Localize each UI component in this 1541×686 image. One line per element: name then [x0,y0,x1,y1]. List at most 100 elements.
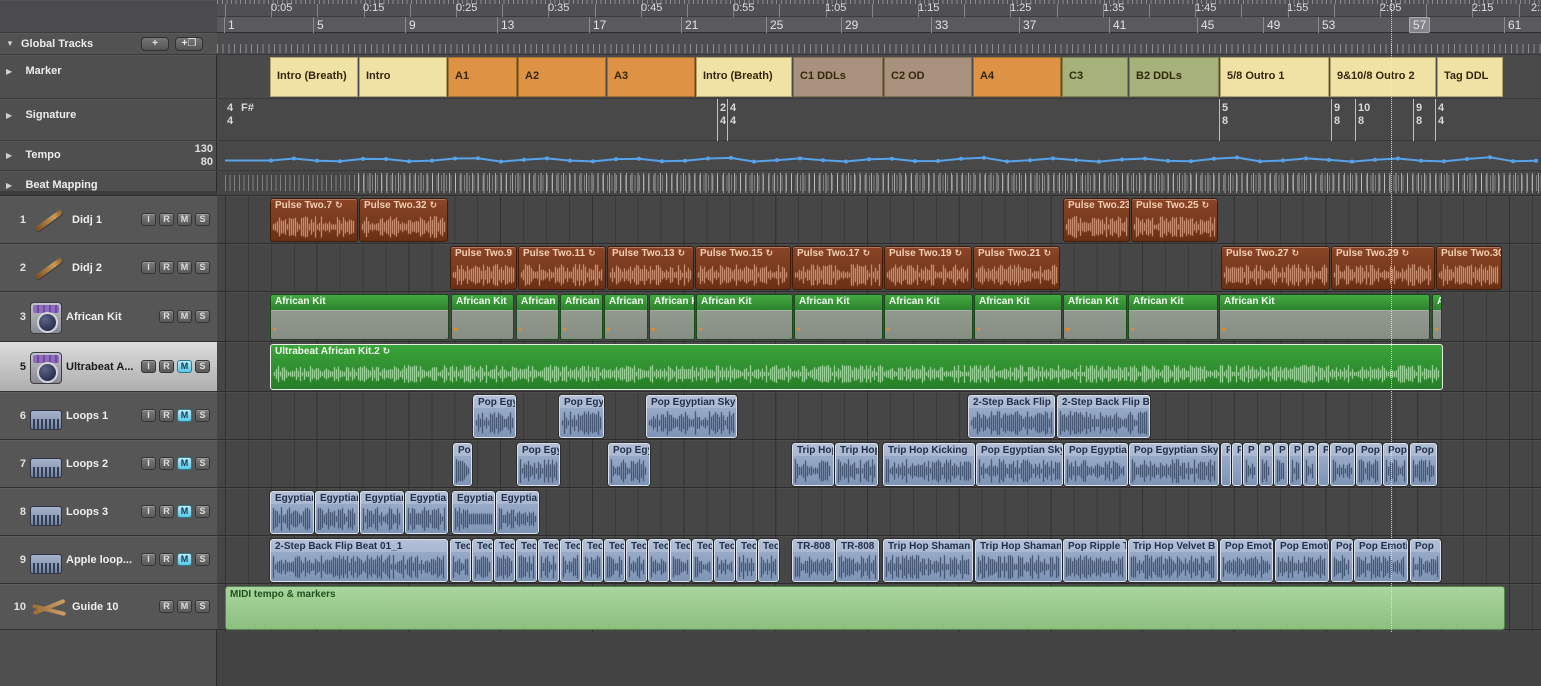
marker-region[interactable]: C2 OD [884,57,972,97]
track-header-loops-2[interactable]: 7Loops 2IRMS [0,440,217,488]
solo-button[interactable]: S [195,505,210,518]
region[interactable]: P [1243,443,1258,486]
region[interactable]: Pop Egy [517,443,560,486]
region[interactable]: Tec [648,539,669,582]
marker-region[interactable]: A4 [973,57,1061,97]
region[interactable]: Pop Egy [473,395,516,438]
track-name[interactable]: Loops 3 [66,506,141,518]
region[interactable]: Tec [714,539,735,582]
track-header-guide-10[interactable]: 10Guide 10RMS [0,584,217,630]
record-enable-button[interactable]: R [159,457,174,470]
region[interactable]: Pop Emoti [1220,539,1273,582]
mute-button[interactable]: M [177,213,192,226]
track-name[interactable]: Didj 2 [72,262,141,274]
solo-button[interactable]: S [195,360,210,373]
region[interactable]: TR-808 [836,539,879,582]
mute-button[interactable]: M [177,310,192,323]
track-name[interactable]: African Kit [66,311,159,323]
signature-lane-header[interactable]: ▶ Signature [0,99,217,141]
disclosure-open-icon[interactable]: ▼ [6,39,16,48]
region[interactable]: Pulse Two.29↻ [1331,246,1435,290]
marker-region[interactable]: Intro (Breath) [270,57,358,97]
region[interactable]: Pop [1383,443,1408,486]
region[interactable]: Pop [453,443,472,486]
region[interactable]: Pop [1330,443,1355,486]
region[interactable]: Pop Ripple T [1063,539,1127,582]
region[interactable]: Egyptian [405,491,448,534]
solo-button[interactable]: S [195,213,210,226]
record-enable-button[interactable]: R [159,600,174,613]
region[interactable]: Tec [494,539,515,582]
region[interactable]: Tec [692,539,713,582]
region[interactable]: Pop [1331,539,1353,582]
marker-region[interactable]: C3 [1062,57,1128,97]
region[interactable]: Pop [1356,443,1382,486]
disclosure-closed-icon[interactable]: ▶ [6,67,16,76]
region[interactable]: African Kit [1063,294,1127,340]
input-monitor-button[interactable]: I [141,553,156,566]
region[interactable]: Pulse Two.17↻ [792,246,883,290]
region[interactable]: African Kit [451,294,514,340]
region[interactable]: Pop Egyptian Sky [976,443,1063,486]
track-name[interactable]: Loops 2 [66,458,141,470]
input-monitor-button[interactable]: I [141,360,156,373]
region[interactable]: Tec [560,539,581,582]
signature-item[interactable]: 10 8 [1358,102,1370,128]
region[interactable]: Pop [1410,539,1441,582]
region[interactable]: Pulse Two.21↻ [973,246,1060,290]
region[interactable]: African Kit [696,294,793,340]
region[interactable]: Pulse Two.19↻ [884,246,972,290]
record-enable-button[interactable]: R [159,409,174,422]
region[interactable]: African Kit [270,294,449,340]
track-header-didj-1[interactable]: 1Didj 1IRMS [0,196,217,244]
region[interactable]: Tec [758,539,779,582]
signature-item[interactable]: 4 4 [227,102,233,128]
disclosure-closed-icon[interactable]: ▶ [6,151,16,160]
signature-item[interactable]: 4 4 [1438,102,1444,128]
track-header-african-kit[interactable]: 3African KitRMS [0,292,217,342]
tempo-lane-header[interactable]: ▶ Tempo 130 80 [0,141,217,171]
solo-button[interactable]: S [195,457,210,470]
region[interactable]: Pulse Two.15↻ [695,246,791,290]
region[interactable]: Pop [1410,443,1437,486]
region[interactable]: Trip Hop [792,443,834,486]
disclosure-closed-icon[interactable]: ▶ [6,181,16,190]
region[interactable]: African Kit [1128,294,1218,340]
region[interactable]: African Kit [516,294,559,340]
input-monitor-button[interactable]: I [141,409,156,422]
region[interactable]: Egyptian [452,491,495,534]
track-name[interactable]: Didj 1 [72,214,141,226]
add-global-track-button[interactable]: + [141,37,169,51]
region[interactable]: Tec [670,539,691,582]
region[interactable]: African Kit [1219,294,1430,340]
region[interactable]: Ultrabeat African Kit.2↻ [270,344,1443,390]
region[interactable]: Egyptian [496,491,539,534]
region[interactable]: Trip Hop Kicking [883,443,975,486]
track-name[interactable]: Ultrabeat A... [66,361,141,373]
track-header-didj-2[interactable]: 2Didj 2IRMS [0,244,217,292]
region[interactable]: African Kit [794,294,883,340]
record-enable-button[interactable]: R [159,360,174,373]
region[interactable]: Tec [450,539,471,582]
global-tracks-header[interactable]: ▼ Global Tracks + +❐ [0,33,217,55]
region[interactable]: MIDI tempo & markers [225,586,1505,630]
region[interactable]: Pulse Two.7↻ [270,198,358,242]
signature-item[interactable]: 2 4 [720,102,726,128]
marker-region[interactable]: Intro (Breath) [696,57,792,97]
mute-button[interactable]: M [177,360,192,373]
region[interactable]: P [1289,443,1302,486]
track-name[interactable]: Apple loop... [66,554,141,566]
region[interactable]: African Kit [604,294,648,340]
region[interactable]: Pulse Two.13↻ [607,246,694,290]
record-enable-button[interactable]: R [159,553,174,566]
region[interactable]: Pop Egy [608,443,650,486]
solo-button[interactable]: S [195,310,210,323]
track-header-loops-1[interactable]: 6Loops 1IRMS [0,392,217,440]
marker-region[interactable]: 5/8 Outro 1 [1220,57,1329,97]
region[interactable]: Egyptian [360,491,404,534]
region[interactable]: Trip Hop Shaman [883,539,973,582]
region[interactable]: Egyptian [270,491,314,534]
signature-item[interactable]: 9 8 [1334,102,1340,128]
input-monitor-button[interactable]: I [141,505,156,518]
marker-region[interactable]: Intro [359,57,447,97]
